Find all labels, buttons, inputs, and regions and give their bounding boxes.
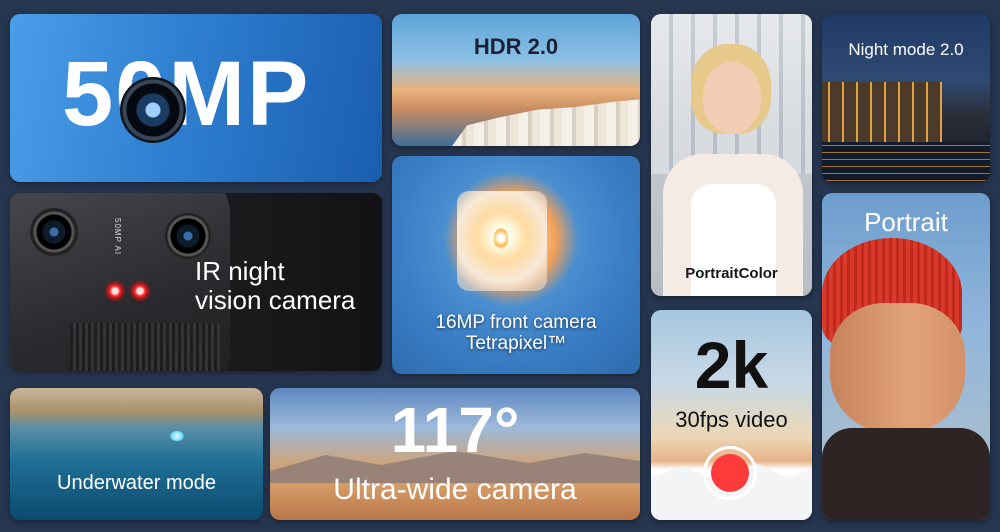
tile-2k-video: 2k 30fps video <box>651 310 812 520</box>
portrait-label: Portrait <box>864 207 948 237</box>
ir-led-icon <box>130 281 150 301</box>
hdr-town-image <box>452 99 640 146</box>
camera-lens-icon <box>120 77 186 143</box>
night-buildings-image <box>822 82 942 142</box>
night-river-reflection <box>822 142 990 182</box>
ultra-wide-headline: 117° <box>390 394 520 466</box>
woman-face <box>703 62 761 134</box>
man-face <box>830 303 965 433</box>
tile-ir-night-vision: 50MP AI IR night vision camera <box>10 193 382 371</box>
hdr-label: HDR 2.0 <box>473 34 559 59</box>
phone-label: 50MP AI <box>113 218 122 256</box>
tile-portrait: Portrait <box>822 193 990 520</box>
tile-50mp: 50MP <box>10 14 382 182</box>
video-headline: 2k <box>694 328 769 402</box>
underwater-label: Underwater mode <box>57 472 216 494</box>
front-camera-line1: 16MP front camera <box>435 312 597 333</box>
man-shirt <box>822 428 990 520</box>
front-camera-caption: 16MP front camera Tetrapixel™ <box>392 312 640 354</box>
tile-portrait-color: PortraitColor <box>651 14 812 296</box>
ir-night-line1: IR night <box>195 256 285 286</box>
ir-night-line2: vision camera <box>195 285 356 315</box>
tile-underwater: Underwater mode <box>10 388 263 520</box>
rear-camera-lens-icon <box>30 208 78 256</box>
video-label: 30fps video <box>675 407 788 432</box>
record-dot <box>711 454 749 492</box>
ultra-wide-label: Ultra-wide camera <box>333 473 577 506</box>
ir-led-icon <box>105 281 125 301</box>
lantern-flame <box>494 228 508 248</box>
front-camera-line2: Tetrapixel™ <box>465 333 567 354</box>
ir-night-caption: IR night vision camera <box>195 257 355 315</box>
night-mode-label: Night mode 2.0 <box>848 40 964 59</box>
megapixel-headline: 50MP <box>62 43 311 145</box>
tile-night-mode: Night mode 2.0 <box>822 14 990 182</box>
tile-hdr: HDR 2.0 <box>392 14 640 146</box>
portrait-color-label: PortraitColor <box>685 265 778 282</box>
underwater-light <box>170 431 184 441</box>
record-button-icon <box>703 446 757 500</box>
tile-ultra-wide: 117° Ultra-wide camera <box>270 388 640 520</box>
speaker-vent <box>70 323 220 371</box>
tile-front-camera: 16MP front camera Tetrapixel™ <box>392 156 640 374</box>
rear-camera-lens-icon <box>165 213 211 259</box>
